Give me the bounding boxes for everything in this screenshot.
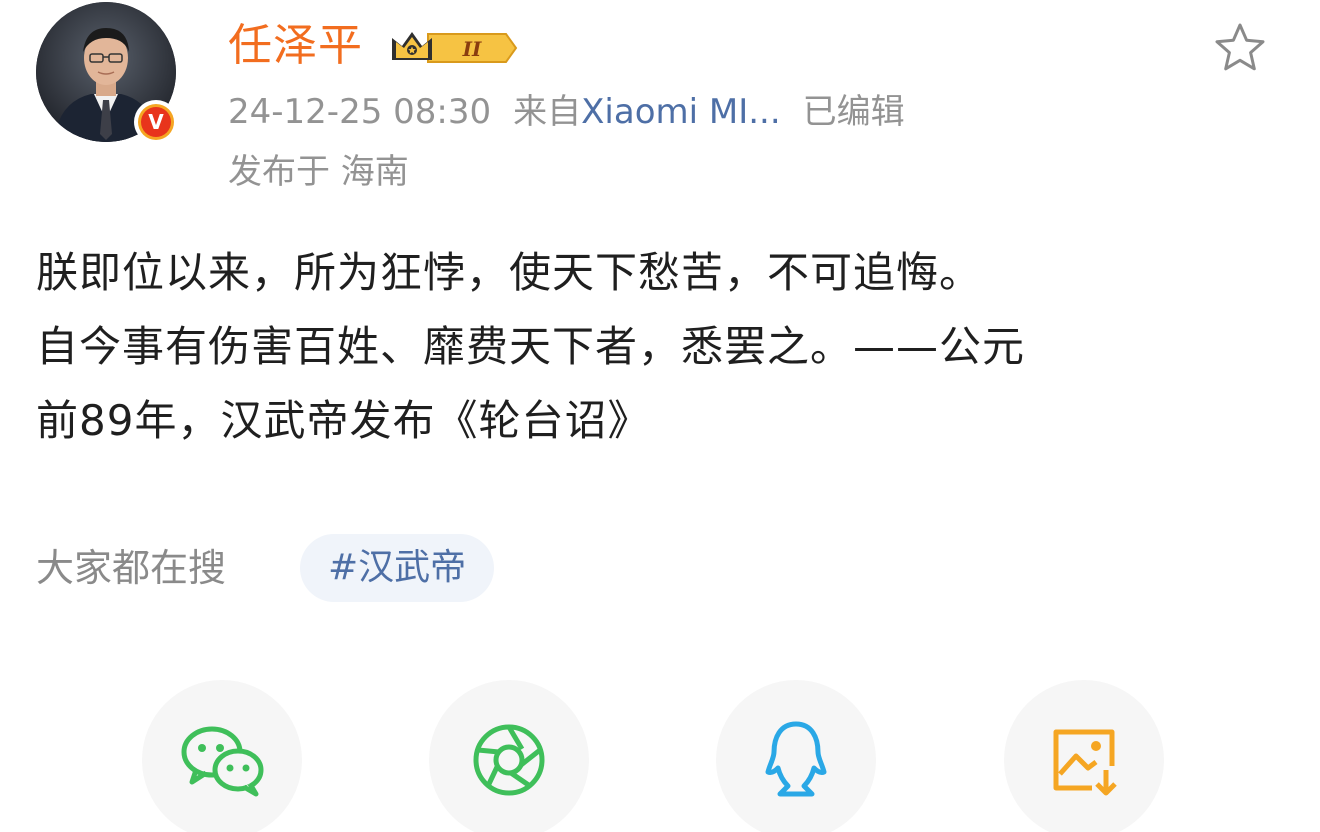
post-timestamp: 24-12-25 08:30 <box>228 92 492 132</box>
post-text: 朕即位以来，所为狂悖，使天下愁苦，不可追悔。 自今事有伤害百姓、靡费天下者，悉罢… <box>36 236 1276 458</box>
vip-crown-badge-icon[interactable]: II <box>388 26 520 70</box>
save-image-icon <box>1053 729 1117 796</box>
source-prefix: 来自 <box>513 92 582 132</box>
weibo-post-card: V 任泽平 II 24-12-25 08:30 来自Xiaomi MI... 已编辑… <box>0 0 1320 832</box>
trending-label: 大家都在搜 <box>36 546 227 590</box>
author-name[interactable]: 任泽平 <box>228 18 363 74</box>
post-text-line: 朕即位以来，所为狂悖，使天下愁苦，不可追悔。 <box>36 248 983 297</box>
moments-icon <box>473 724 545 796</box>
wechat-icon <box>181 726 264 797</box>
verified-badge-icon: V <box>134 100 178 144</box>
save-image-button[interactable] <box>1004 680 1164 832</box>
post-meta: 24-12-25 08:30 来自Xiaomi MI... 已编辑 <box>228 88 905 136</box>
favorite-star-button[interactable] <box>1212 20 1268 76</box>
topic-chip[interactable]: #汉武帝 <box>300 534 495 602</box>
share-moments-button[interactable] <box>429 680 589 832</box>
edited-label[interactable]: 已编辑 <box>803 92 905 132</box>
share-qq-button[interactable] <box>716 680 876 832</box>
post-location: 发布于 海南 <box>228 152 409 192</box>
source-device-link[interactable]: Xiaomi MI... <box>581 92 781 132</box>
post-text-line: 自今事有伤害百姓、靡费天下者，悉罢之。——公元 <box>36 322 1026 371</box>
qq-icon <box>765 721 827 797</box>
share-wechat-button[interactable] <box>142 680 302 832</box>
post-text-line: 前89年，汉武帝发布《轮台诏》 <box>36 396 651 445</box>
star-icon <box>1215 23 1265 71</box>
vip-level: II <box>462 37 482 61</box>
